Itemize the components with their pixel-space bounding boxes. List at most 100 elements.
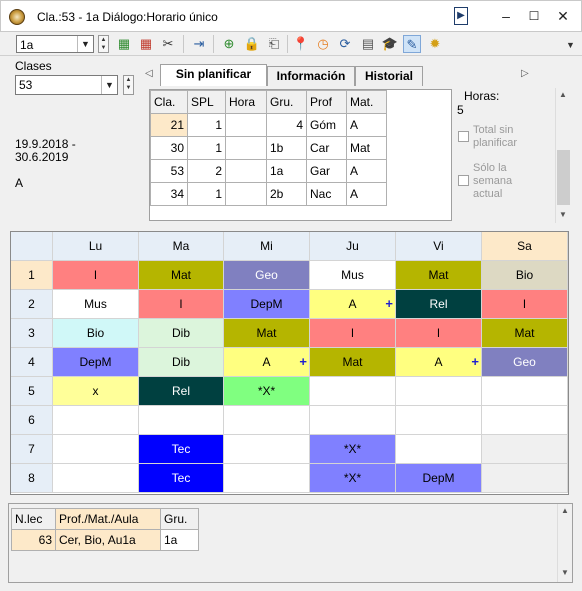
lesson-cell[interactable] — [396, 377, 482, 406]
cell[interactable] — [225, 136, 267, 160]
tab-scroll-right-icon[interactable]: ▷ — [521, 68, 529, 79]
period-header-2[interactable]: 2 — [11, 290, 53, 319]
add-lesson-icon[interactable]: ▦ — [115, 35, 133, 53]
tab-scroll-left-icon[interactable]: ◁ — [145, 68, 153, 79]
lesson-cell[interactable] — [53, 435, 139, 464]
clases-spinner[interactable]: ▲ ▼ — [123, 75, 134, 95]
lesson-cell[interactable]: l — [53, 261, 139, 290]
col-spl[interactable]: SPL — [187, 90, 226, 114]
lesson-cell[interactable]: l — [139, 290, 224, 319]
period-header-6[interactable]: 6 — [11, 406, 53, 435]
close-button[interactable]: ✕ — [552, 7, 574, 25]
edit-icon[interactable]: ✎ — [403, 35, 421, 53]
chevron-down-icon[interactable]: ▼ — [77, 36, 93, 52]
tab-sin-planificar[interactable]: Sin planificar — [160, 64, 267, 86]
cell[interactable]: 63 — [11, 529, 56, 551]
lesson-cell[interactable]: DepM — [224, 290, 310, 319]
top-panel-scrollbar[interactable]: ▲ ▼ — [555, 88, 570, 223]
scroll-down-icon[interactable]: ▼ — [559, 210, 567, 219]
lesson-cell[interactable]: Tec — [139, 435, 224, 464]
lesson-cell[interactable]: Mus — [53, 290, 139, 319]
period-header-7[interactable]: 7 — [11, 435, 53, 464]
cell[interactable]: 1 — [187, 113, 226, 137]
lesson-cell[interactable]: Dib — [139, 319, 224, 348]
lesson-cell[interactable]: Rel — [139, 377, 224, 406]
clock-icon[interactable]: ◷ — [314, 35, 332, 53]
period-header-3[interactable]: 3 — [11, 319, 53, 348]
cell[interactable]: A — [346, 113, 387, 137]
remove-lesson-icon[interactable]: ▦ — [137, 35, 155, 53]
settings-icon[interactable]: ✹ — [426, 35, 444, 53]
calculator-icon[interactable]: ▤ — [359, 35, 377, 53]
col-cla[interactable]: Cla. — [150, 90, 188, 114]
class-spinner[interactable]: ▲ ▼ — [98, 35, 109, 53]
col-hora[interactable]: Hora — [225, 90, 267, 114]
cell[interactable]: 2b — [266, 182, 307, 206]
lesson-cell[interactable]: Tec — [139, 464, 224, 493]
cell[interactable]: A — [346, 182, 387, 206]
lesson-cell[interactable] — [482, 464, 568, 493]
table-row[interactable]: 21 1 4 Góm A — [150, 113, 387, 137]
lesson-cell[interactable]: Rel — [396, 290, 482, 319]
cell[interactable]: 1 — [187, 182, 226, 206]
lesson-cell[interactable]: A + — [396, 348, 482, 377]
maximize-button[interactable]: ☐ — [523, 7, 545, 25]
table-row[interactable]: 34 1 2b Nac A — [150, 182, 387, 206]
lesson-cell[interactable]: Geo — [482, 348, 568, 377]
lock-icon[interactable]: 🔒 — [243, 35, 261, 53]
lesson-cell[interactable]: l — [396, 319, 482, 348]
day-header-lu[interactable]: Lu — [53, 232, 139, 261]
lesson-cell[interactable] — [482, 435, 568, 464]
lesson-cell[interactable] — [224, 464, 310, 493]
cell[interactable]: Cer, Bio, Au1a — [55, 529, 161, 551]
lesson-cell[interactable]: Mat — [310, 348, 396, 377]
period-header-1[interactable]: 1 — [11, 261, 53, 290]
period-header-8[interactable]: 8 — [11, 464, 53, 493]
lesson-cell[interactable]: Mat — [139, 261, 224, 290]
scroll-down-icon[interactable]: ▼ — [561, 568, 569, 577]
minimize-button[interactable]: – — [495, 7, 517, 25]
day-header-vi[interactable]: Vi — [396, 232, 482, 261]
cell[interactable]: Car — [306, 136, 347, 160]
cell[interactable]: 21 — [150, 113, 188, 137]
lesson-cell[interactable]: A + — [224, 348, 310, 377]
cell[interactable]: 1a — [160, 529, 199, 551]
lesson-cell[interactable]: *X* — [310, 435, 396, 464]
period-header-4[interactable]: 4 — [11, 348, 53, 377]
cell[interactable] — [225, 159, 267, 183]
col-prof-mat-aula[interactable]: Prof./Mat./Aula — [55, 508, 161, 530]
day-header-mi[interactable]: Mi — [224, 232, 310, 261]
cell[interactable]: 4 — [266, 113, 307, 137]
lesson-cell[interactable] — [224, 406, 310, 435]
cell[interactable]: 53 — [150, 159, 188, 183]
col-gru[interactable]: Gru. — [160, 508, 199, 530]
lesson-cell[interactable]: l — [310, 319, 396, 348]
lesson-cell[interactable] — [310, 406, 396, 435]
cell[interactable]: 30 — [150, 136, 188, 160]
pin-button[interactable]: ▶ — [454, 7, 468, 25]
day-header-ma[interactable]: Ma — [139, 232, 224, 261]
export-icon[interactable]: ⇥ — [190, 35, 208, 53]
chevron-down-icon[interactable]: ▼ — [101, 76, 117, 94]
table-row[interactable]: 53 2 1a Gar A — [150, 159, 387, 183]
lesson-cell[interactable]: l — [482, 290, 568, 319]
cell[interactable]: A — [346, 159, 387, 183]
lesson-cell[interactable] — [53, 464, 139, 493]
lesson-cell[interactable]: Mat — [482, 319, 568, 348]
solo-semana-actual-checkbox[interactable] — [458, 175, 469, 186]
col-gru[interactable]: Gru. — [266, 90, 307, 114]
lesson-cell[interactable] — [396, 435, 482, 464]
lesson-cell[interactable] — [224, 435, 310, 464]
lesson-cell[interactable]: *X* — [224, 377, 310, 406]
tab-historial[interactable]: Historial — [355, 66, 423, 86]
lesson-cell[interactable]: Dib — [139, 348, 224, 377]
toolbar-dropdown-icon[interactable]: ▼ — [566, 40, 575, 50]
cell[interactable]: 34 — [150, 182, 188, 206]
add-icon[interactable]: ⊕ — [220, 35, 238, 53]
lesson-cell[interactable]: *X* — [310, 464, 396, 493]
period-header-5[interactable]: 5 — [11, 377, 53, 406]
cell[interactable]: 1b — [266, 136, 307, 160]
lesson-cell[interactable]: DepM — [396, 464, 482, 493]
col-mat[interactable]: Mat. — [346, 90, 387, 114]
lesson-cell[interactable]: A + — [310, 290, 396, 319]
